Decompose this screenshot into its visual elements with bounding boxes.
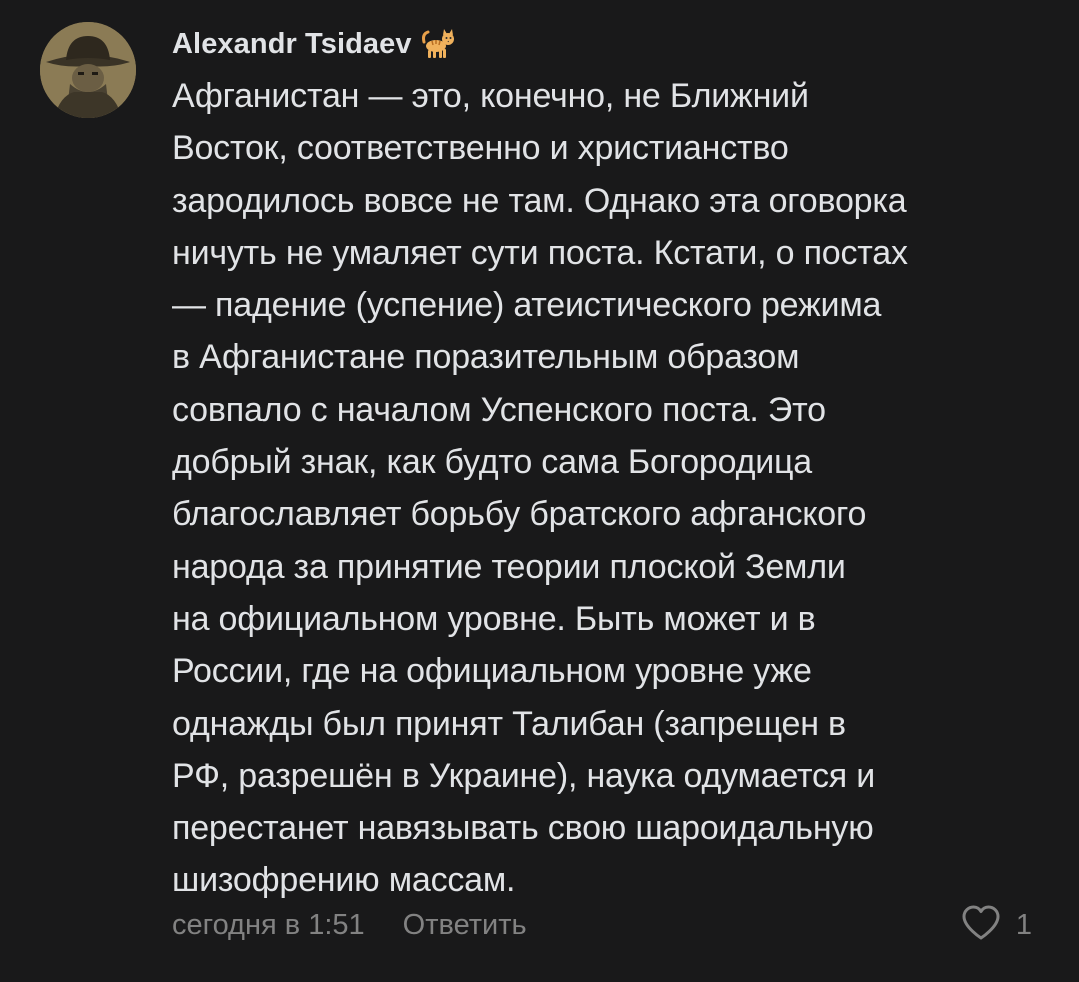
author-row: Alexandr Tsidaev — [172, 24, 456, 64]
heart-outline-icon — [960, 904, 1002, 947]
like-button[interactable]: 1 — [960, 902, 1032, 948]
cat-emoji-icon — [420, 28, 456, 60]
like-count: 1 — [1015, 908, 1032, 941]
comment-text: Афганистан — это, конечно, не Ближний Во… — [172, 77, 908, 900]
comment: Alexandr Tsidaev Афганистан — это, конеч… — [0, 0, 1079, 982]
reply-button[interactable]: Ответить — [403, 909, 527, 942]
comment-timestamp: сегодня в 1:51 — [172, 908, 365, 941]
comment-footer: сегодня в 1:51 Ответить 1 — [172, 902, 1042, 948]
avatar[interactable] — [40, 22, 136, 118]
author-name[interactable]: Alexandr Tsidaev — [172, 28, 412, 61]
